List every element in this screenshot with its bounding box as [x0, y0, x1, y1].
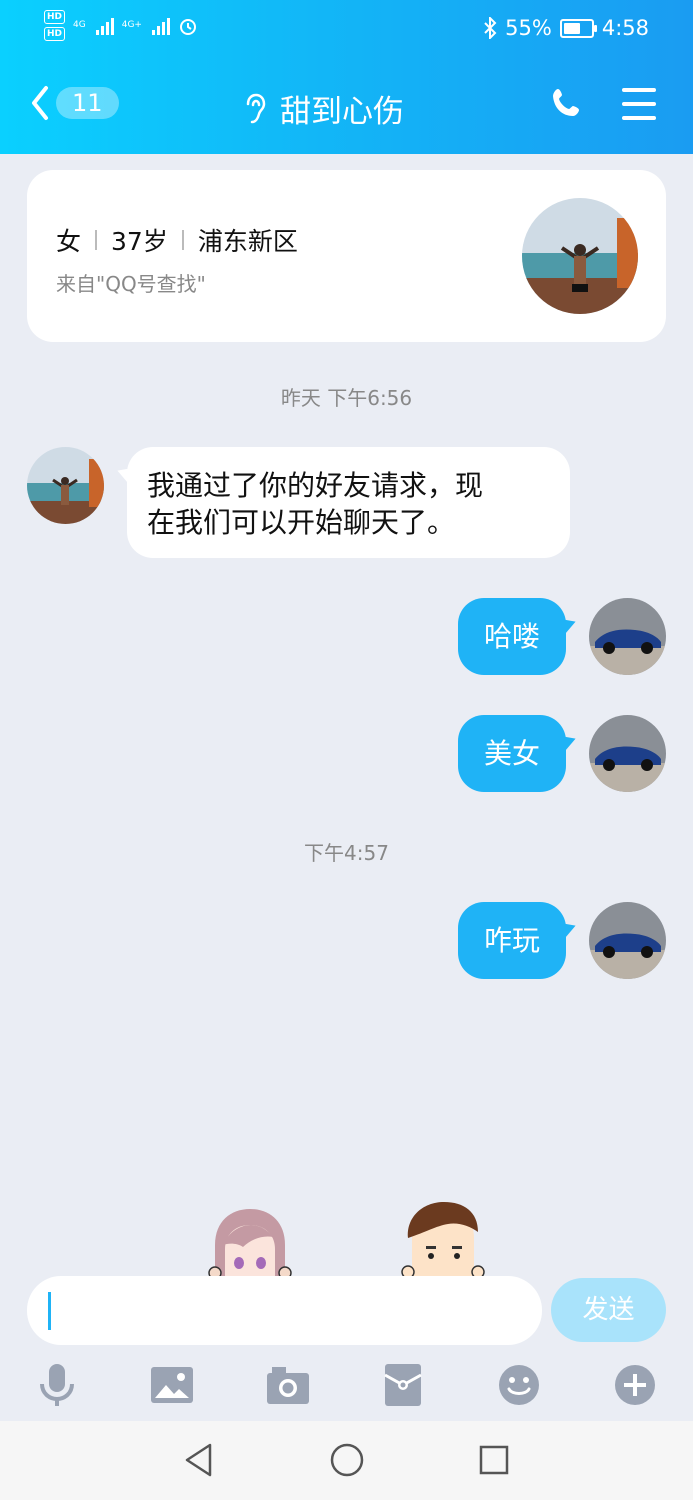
- red-packet-button[interactable]: [373, 1355, 433, 1415]
- outgoing-message-bubble[interactable]: 咋玩: [458, 902, 566, 979]
- status-left: HD HD 4G 4G+: [44, 10, 198, 41]
- system-nav-bar: [0, 1421, 693, 1500]
- my-avatar[interactable]: [589, 902, 666, 979]
- network-type-1: 4G: [73, 20, 86, 30]
- emoji-button[interactable]: [489, 1355, 549, 1415]
- contact-name: 甜到心伤: [280, 94, 404, 130]
- more-button[interactable]: [605, 1355, 665, 1415]
- camera-icon: [267, 1367, 309, 1404]
- battery-percent: 55%: [505, 16, 552, 40]
- signal-icon: [95, 17, 114, 35]
- message-text: 咋玩: [483, 924, 540, 957]
- message-text-line: 我通过了你的好友请求，现: [147, 469, 484, 502]
- signal-icon-2: [151, 17, 170, 35]
- boy-character-icon: [401, 1202, 485, 1276]
- divider: [95, 230, 98, 250]
- status-bar: HD HD 4G 4G+ 55% 4:58: [0, 0, 693, 58]
- network-type-2: 4G+: [121, 20, 142, 30]
- divider: [181, 230, 184, 250]
- hd-badge-2: HD: [44, 27, 66, 41]
- outgoing-message-bubble[interactable]: 哈喽: [458, 598, 566, 675]
- profile-age: 37岁: [111, 227, 168, 256]
- message-text-line: 在我们可以开始聊天了。: [147, 506, 456, 539]
- contact-avatar-large[interactable]: [522, 198, 638, 314]
- ear-icon: [246, 93, 266, 123]
- red-packet-icon: [384, 1364, 422, 1406]
- phone-icon[interactable]: [550, 86, 584, 120]
- input-toolbar: [0, 1355, 693, 1415]
- battery-icon: [559, 18, 597, 38]
- message-text: 哈喽: [483, 620, 540, 653]
- outgoing-message-bubble[interactable]: 美女: [458, 715, 566, 792]
- message-timestamp: 昨天 下午6:56: [280, 386, 413, 410]
- back-triangle-icon[interactable]: [182, 1441, 216, 1479]
- camera-button[interactable]: [258, 1355, 318, 1415]
- girl-character-icon: [208, 1209, 292, 1277]
- alarm-icon: [179, 18, 196, 35]
- recents-square-icon[interactable]: [477, 1441, 511, 1479]
- microphone-icon: [40, 1364, 74, 1406]
- my-avatar[interactable]: [589, 598, 666, 675]
- send-button[interactable]: 发送: [551, 1278, 666, 1342]
- incoming-message-bubble[interactable]: 我通过了你的好友请求，现 在我们可以开始聊天了。: [127, 447, 570, 558]
- clock: 4:58: [601, 16, 649, 40]
- voice-button[interactable]: [27, 1355, 87, 1415]
- hd-badge-1: HD: [44, 10, 66, 24]
- chevron-left-icon: [32, 86, 48, 120]
- profile-location: 浦东新区: [197, 227, 298, 256]
- nav-bar: 11 甜到心伤: [0, 58, 693, 154]
- bluetooth-icon: [484, 17, 497, 39]
- my-avatar[interactable]: [589, 715, 666, 792]
- contact-avatar[interactable]: [27, 447, 104, 524]
- unread-count-badge: 11: [56, 87, 119, 119]
- plus-icon: [615, 1365, 655, 1405]
- message-text: 美女: [483, 737, 540, 770]
- message-timestamp: 下午4:57: [304, 841, 389, 865]
- status-right: 55% 4:58: [483, 16, 649, 40]
- back-button[interactable]: 11: [30, 85, 119, 121]
- message-input[interactable]: [27, 1276, 542, 1345]
- profile-gender: 女: [56, 227, 82, 256]
- profile-info: 女 37岁 浦东新区: [56, 222, 298, 258]
- profile-card[interactable]: 女 37岁 浦东新区 来自"QQ号查找": [27, 170, 666, 342]
- title-area[interactable]: 甜到心伤: [242, 86, 404, 131]
- text-caret: [48, 1292, 51, 1330]
- menu-button[interactable]: [622, 88, 656, 130]
- smiley-icon: [499, 1365, 539, 1405]
- image-icon: [151, 1367, 193, 1403]
- home-circle-icon[interactable]: [329, 1441, 365, 1479]
- profile-source: 来自"QQ号查找": [56, 272, 206, 296]
- image-button[interactable]: [142, 1355, 202, 1415]
